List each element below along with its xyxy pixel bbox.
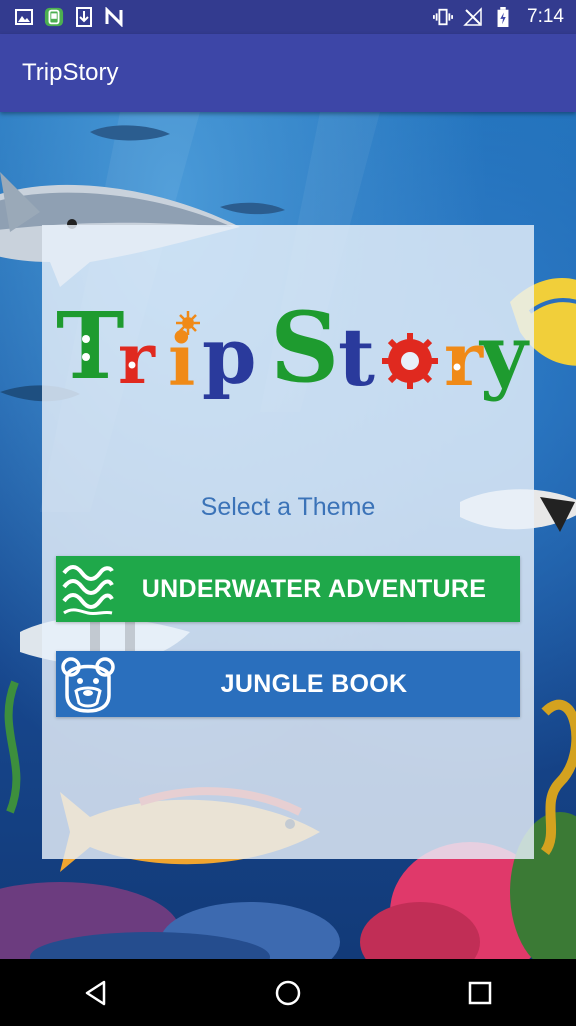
app-title: TripStory [22,59,119,86]
logo-letter-r1: r [118,317,156,400]
recents-button[interactable] [450,963,510,1023]
battery-icon [493,7,513,27]
logo-letter-t: t [338,310,375,404]
jungle-book-label: JUNGLE BOOK [220,669,408,698]
download-icon [74,7,94,27]
logo-letter-p: p [202,311,257,402]
recents-icon [468,981,492,1004]
home-icon [275,980,301,1005]
logo-letter-y: y [478,307,530,403]
home-button[interactable] [258,963,318,1023]
app-icon [44,7,64,27]
logo-letter-S: S [270,293,339,404]
back-icon [85,980,106,1005]
logo-letter-r2: r [444,317,484,403]
app-bar: TripStory [0,34,576,112]
waves-icon [56,556,120,622]
underwater-adventure-label: UNDERWATER ADVENTURE [141,574,487,603]
status-bar: 7:14 [0,0,576,34]
theme-card: T r i p S t r y Select a Theme UNDERWATE… [42,225,534,859]
gallery-icon [14,7,34,27]
vibrate-icon [433,7,454,27]
logo-letter-T: T [56,293,124,400]
no-signal-icon [463,7,483,27]
n-icon [104,7,124,27]
underwater-adventure-button[interactable]: UNDERWATER ADVENTURE [56,556,520,622]
navigation-bar [0,959,576,1026]
select-theme-label: Select a Theme [200,493,376,521]
back-button[interactable] [66,963,126,1023]
gear-o-icon [382,333,438,389]
status-left [0,7,124,27]
trip-story-logo: T r i p S t r y [56,293,530,404]
bear-icon [56,651,120,717]
status-clock: 7:14 [527,6,564,27]
status-right: 7:14 [433,6,576,28]
jungle-book-button[interactable]: JUNGLE BOOK [56,651,520,717]
